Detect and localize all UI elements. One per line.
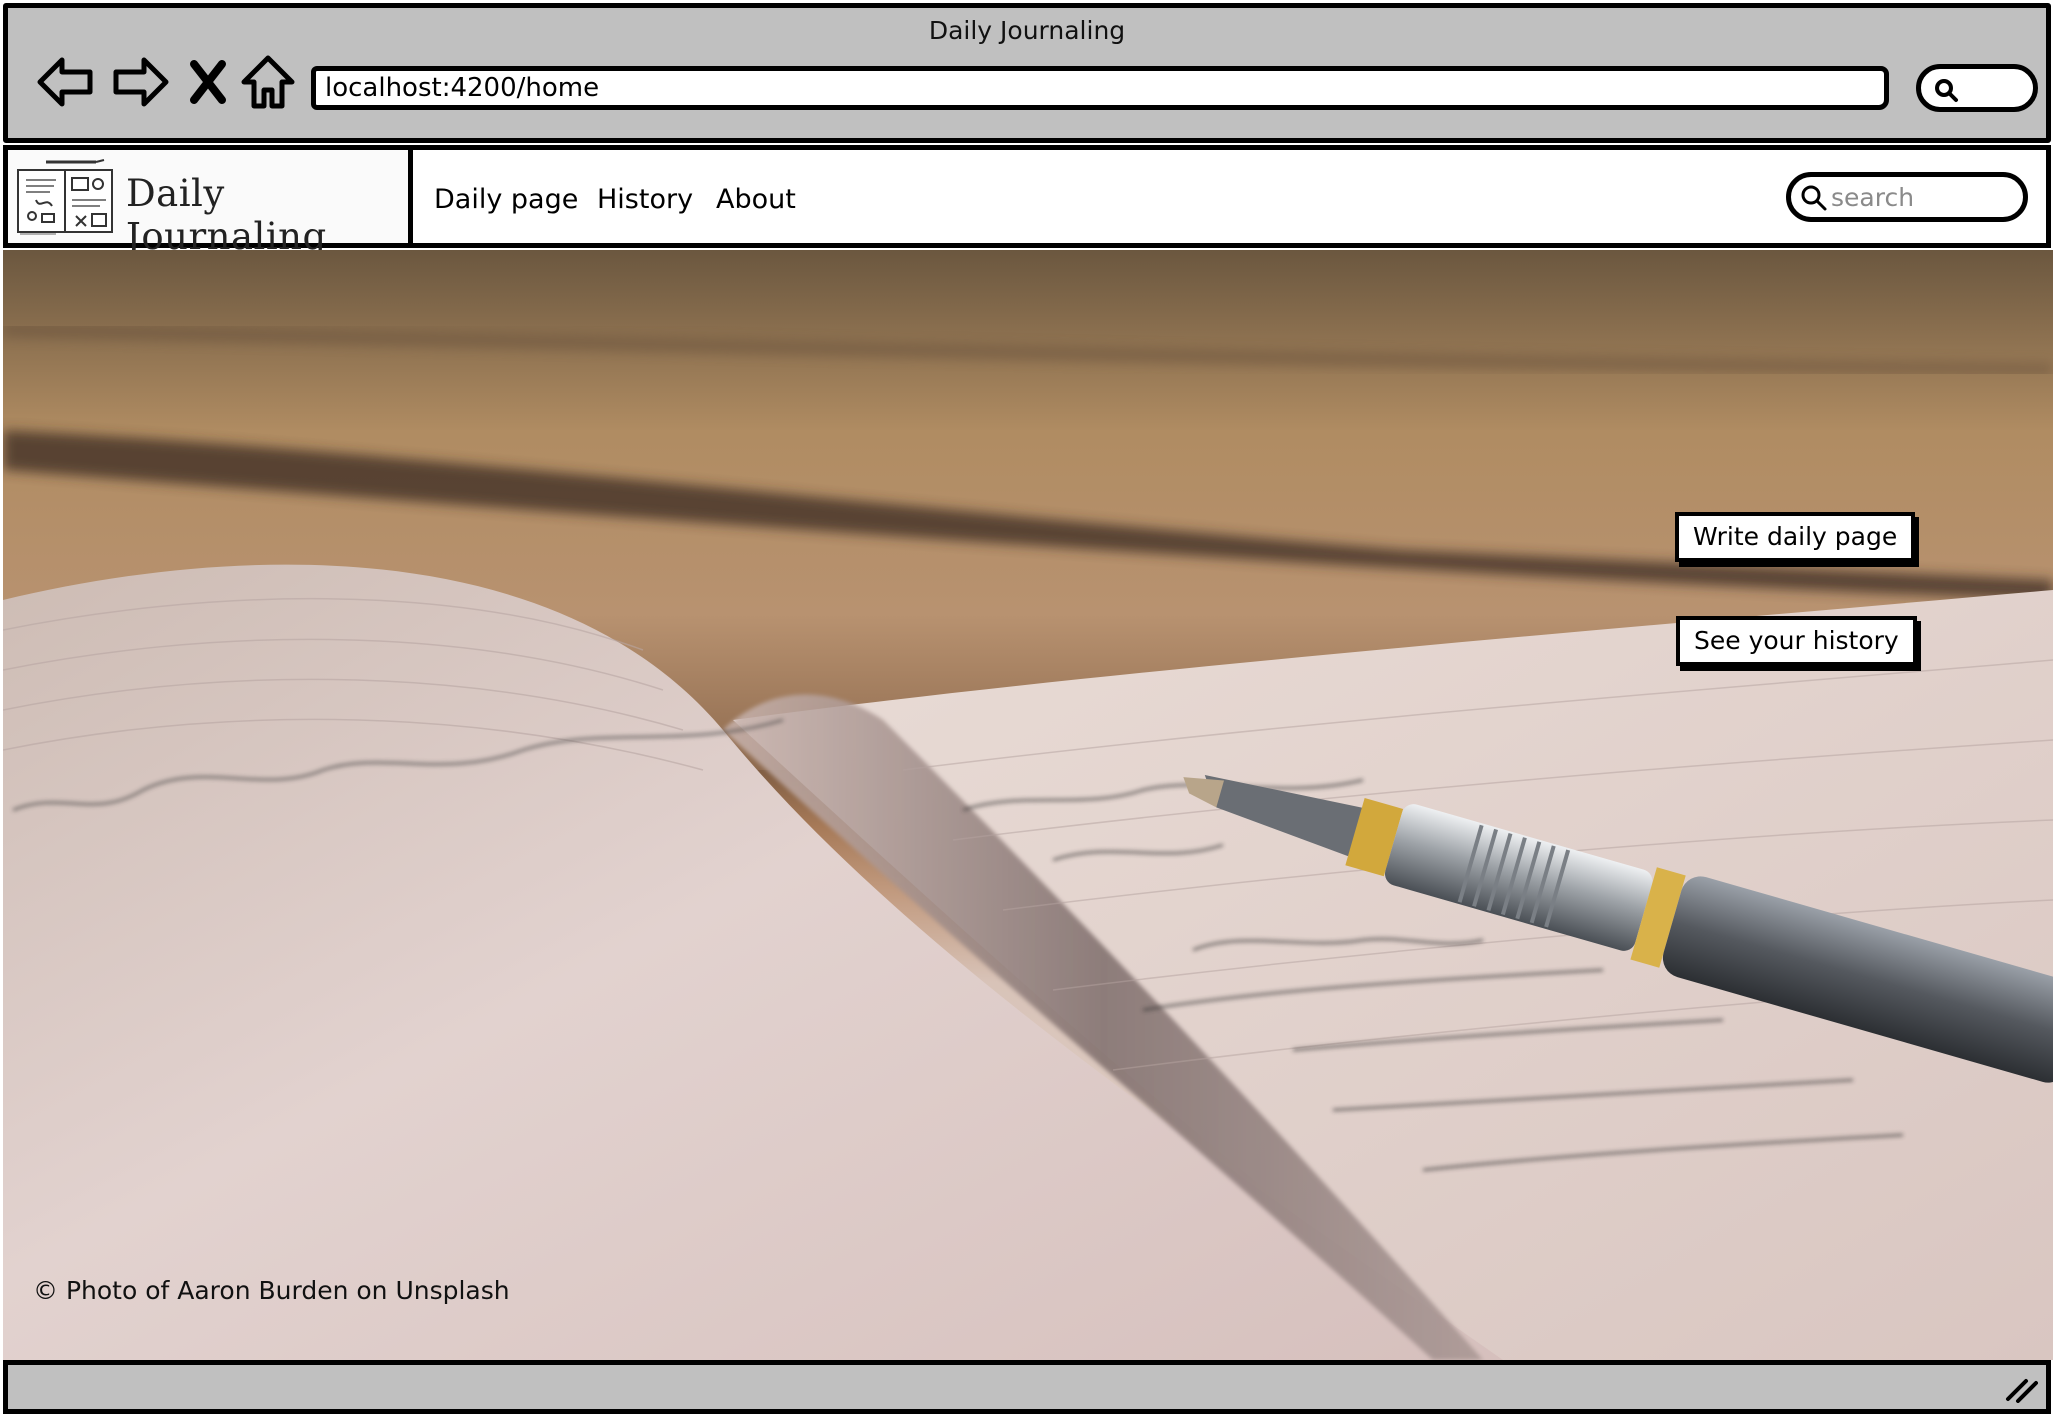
search-icon [1801, 185, 1827, 211]
hero-photo [3, 250, 2053, 1360]
nav-history[interactable]: History [597, 184, 693, 215]
journal-logo-icon [17, 159, 113, 235]
nav-daily-page[interactable]: Daily page [434, 184, 578, 215]
app-header: Daily Journaling Daily page History Abou… [3, 145, 2051, 258]
search-icon [1935, 79, 1958, 102]
forward-arrow-icon [113, 57, 169, 107]
browser-search-field[interactable] [1916, 64, 2038, 112]
status-bar [3, 1360, 2051, 1414]
window-title: Daily Journaling [928, 16, 1126, 45]
home-button[interactable] [236, 48, 300, 116]
browser-window-chrome: Daily Journaling localhost:4200/home [3, 3, 2051, 143]
back-arrow-icon [37, 57, 93, 107]
nav-about[interactable]: About [716, 184, 796, 215]
logo-text: Daily Journaling [126, 172, 327, 258]
see-your-history-button[interactable]: See your history [1676, 616, 1917, 666]
back-button[interactable] [34, 48, 98, 116]
stop-button[interactable] [176, 48, 240, 116]
logo[interactable]: Daily Journaling [8, 150, 413, 258]
resize-grip-icon[interactable] [2004, 1377, 2038, 1403]
home-icon [241, 55, 295, 109]
write-daily-page-button[interactable]: Write daily page [1675, 512, 1916, 562]
forward-button[interactable] [108, 48, 172, 116]
hero-section: Write daily page See your history © Phot… [3, 250, 2053, 1360]
close-icon [190, 60, 226, 104]
header-search[interactable] [1786, 172, 2028, 222]
url-bar[interactable]: localhost:4200/home [311, 66, 1889, 110]
search-input[interactable] [1831, 181, 2011, 213]
photo-credit: © Photo of Aaron Burden on Unsplash [33, 1276, 510, 1305]
